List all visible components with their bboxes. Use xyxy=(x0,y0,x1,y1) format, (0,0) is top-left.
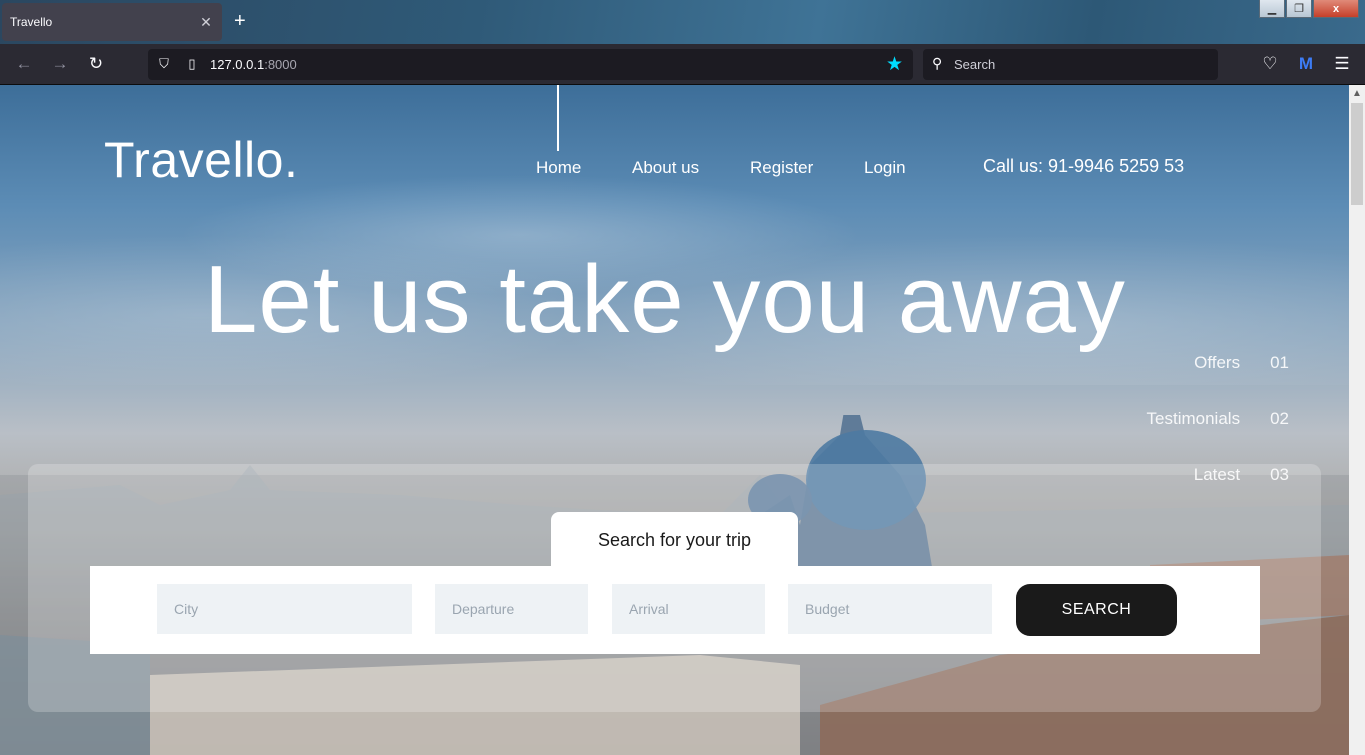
nav-divider-line xyxy=(557,85,559,151)
scroll-up-icon[interactable]: ▲ xyxy=(1349,85,1365,102)
window-controls: ▁ ❐ x xyxy=(1259,0,1359,18)
browser-toolbar: ← → ↻ ⛉ ▯ 127.0.0.1:8000 ★ ⚲ Search ♡ M … xyxy=(0,44,1365,85)
window-close-button[interactable]: x xyxy=(1313,0,1359,18)
nav-about-us[interactable]: About us xyxy=(632,158,699,178)
search-button[interactable]: SEARCH xyxy=(1016,584,1177,636)
scrollbar-thumb[interactable] xyxy=(1351,103,1363,205)
side-item-label: Offers xyxy=(1194,353,1241,372)
close-icon: x xyxy=(1332,2,1340,15)
page-info-icon[interactable]: ▯ xyxy=(184,56,200,72)
pocket-icon[interactable]: ♡ xyxy=(1260,54,1280,74)
site-logo[interactable]: Travello. xyxy=(104,131,298,189)
departure-input[interactable] xyxy=(435,584,588,634)
extension-icon[interactable]: M xyxy=(1296,54,1316,74)
restore-button[interactable]: ❐ xyxy=(1286,0,1312,18)
nav-register[interactable]: Register xyxy=(750,158,813,178)
url-port: :8000 xyxy=(264,57,297,72)
arrival-input[interactable] xyxy=(612,584,765,634)
url-host: 127.0.0.1 xyxy=(210,57,265,72)
bookmark-star-icon[interactable]: ★ xyxy=(886,53,903,76)
search-icon: ⚲ xyxy=(932,55,943,71)
minimize-icon: ▁ xyxy=(1267,3,1277,15)
new-tab-button[interactable]: + xyxy=(234,10,246,32)
call-us-text: Call us: 91-9946 5259 53 xyxy=(983,156,1185,176)
forward-icon[interactable]: → xyxy=(50,54,70,74)
side-item-offers[interactable]: Offers 01 xyxy=(1194,353,1289,373)
side-item-number: 01 xyxy=(1270,353,1289,372)
url-text[interactable]: 127.0.0.1:8000 xyxy=(210,57,297,72)
nav-login[interactable]: Login xyxy=(864,158,906,178)
side-item-number: 02 xyxy=(1270,409,1289,428)
side-item-label: Testimonials xyxy=(1146,409,1241,428)
hero-title: Let us take you away xyxy=(204,246,1126,353)
url-bar[interactable]: ⛉ ▯ 127.0.0.1:8000 ★ xyxy=(148,49,913,80)
search-form: SEARCH xyxy=(90,566,1260,654)
menu-icon[interactable]: ☰ xyxy=(1332,54,1352,74)
search-placeholder: Search xyxy=(954,57,996,72)
browser-tab[interactable]: Travello ✕ xyxy=(2,3,222,41)
tab-title: Travello xyxy=(10,15,53,29)
back-icon[interactable]: ← xyxy=(14,54,34,74)
tab-close-icon[interactable]: ✕ xyxy=(198,14,214,31)
title-bar: Travello ✕ + ▁ ❐ x xyxy=(0,0,1365,44)
reload-icon[interactable]: ↻ xyxy=(86,54,106,74)
side-item-testimonials[interactable]: Testimonials 02 xyxy=(1147,409,1289,429)
tracking-protection-icon[interactable]: ⛉ xyxy=(156,56,172,72)
page-viewport: Travello. Home About us Register Login C… xyxy=(0,85,1349,755)
restore-icon: ❐ xyxy=(1294,3,1304,15)
page-scrollbar[interactable]: ▲ xyxy=(1349,85,1365,755)
nav-home[interactable]: Home xyxy=(536,158,581,178)
city-input[interactable] xyxy=(157,584,412,634)
minimize-button[interactable]: ▁ xyxy=(1259,0,1285,18)
search-tab[interactable]: Search for your trip xyxy=(551,512,798,568)
budget-input[interactable] xyxy=(788,584,992,634)
search-bar[interactable]: ⚲ Search xyxy=(923,49,1218,80)
